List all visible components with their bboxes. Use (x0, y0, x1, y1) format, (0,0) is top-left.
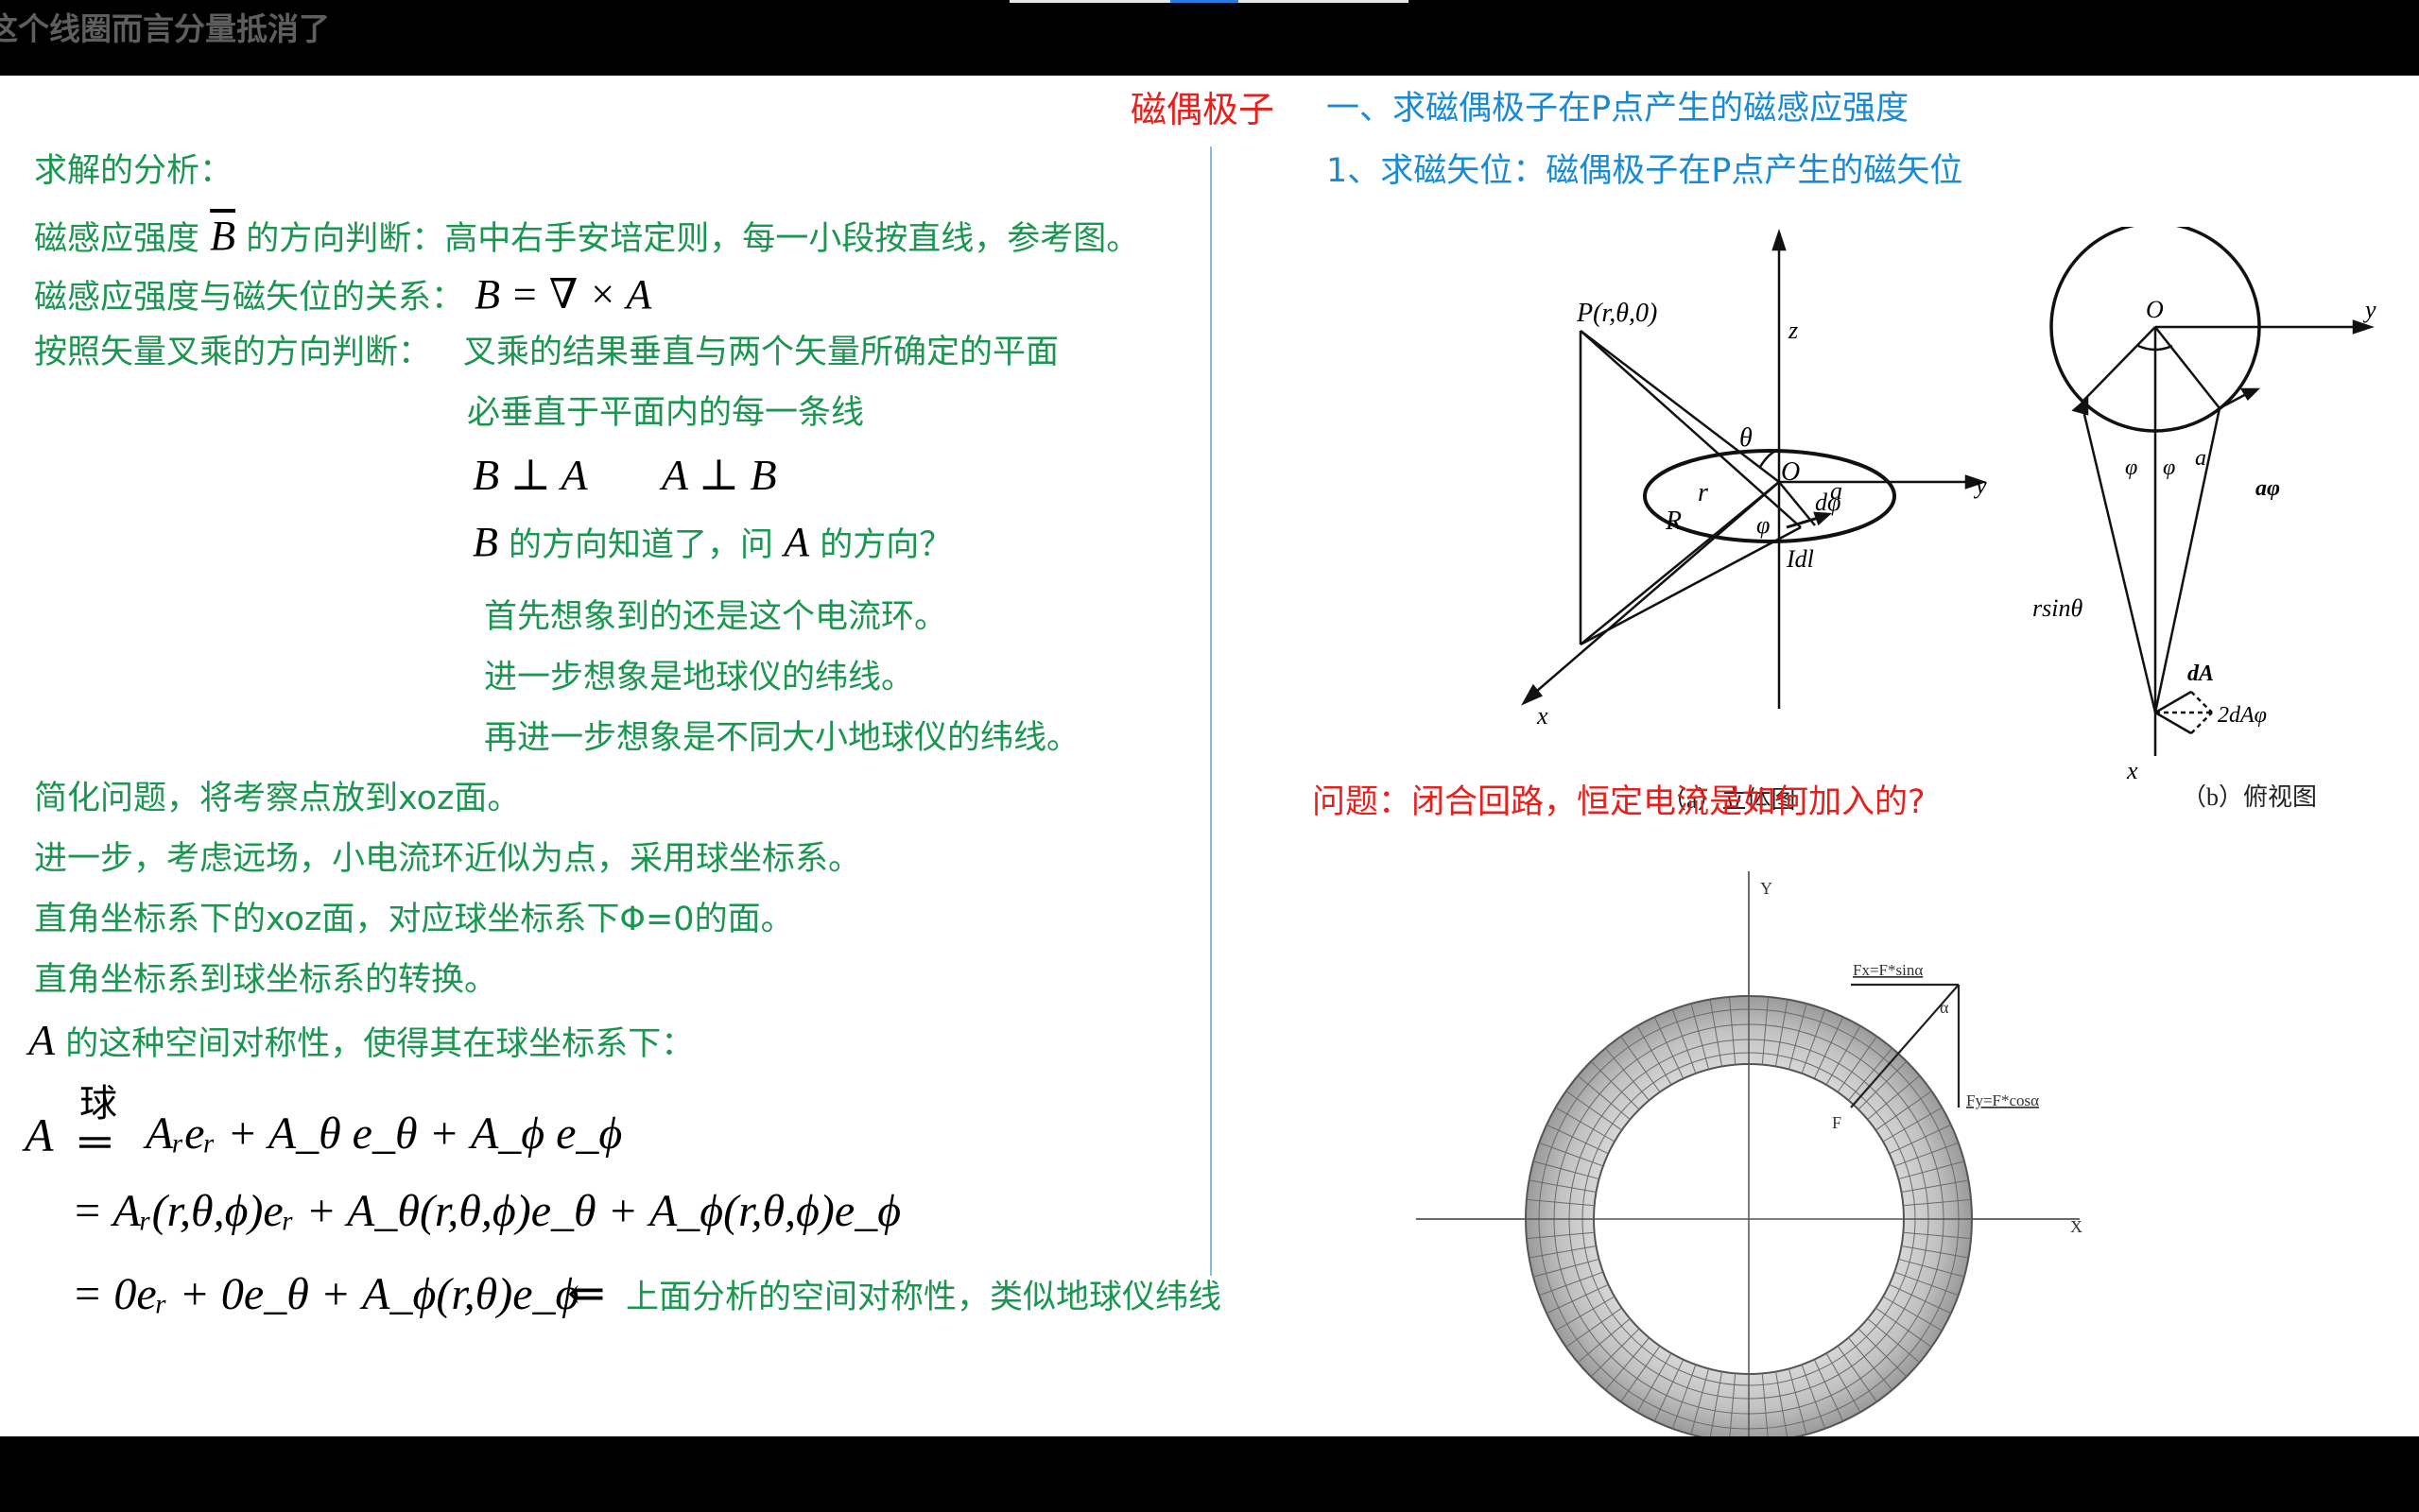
text-line: 进一步，考虑远场，小电流环近似为点，采用球坐标系。 (34, 840, 862, 878)
text-span: 磁感应强度与磁矢位的关系： (34, 279, 465, 317)
section-subtitle: 一、求磁偶极子在P点产生的磁感应强度 (1326, 90, 1909, 128)
dA-2 (2154, 711, 2192, 735)
label-dA: dA (2187, 662, 2214, 686)
vector-B: B (473, 519, 498, 565)
r-line (1580, 330, 1780, 483)
label-y-b: y (2362, 296, 2376, 323)
figure-b-top-view: O y x φ φ a aφ rsinθ dA 2dAφ （b）俯视图 (2032, 227, 2376, 811)
text-span: 的方向？ (820, 526, 953, 564)
equation-line-1: Aᵣeᵣ + A_θ e_θ + A_ϕ e_ϕ (146, 1108, 623, 1159)
label-x: x (1536, 702, 1548, 730)
base-line-2 (1580, 525, 1802, 646)
eq-lhs: A (25, 1108, 54, 1161)
slide: 磁偶极子 一、求磁偶极子在P点产生的磁感应强度 1、求磁矢位：磁偶极子在P点产生… (0, 76, 2419, 1455)
radius-left (2081, 326, 2156, 404)
dA-1 (2154, 690, 2192, 714)
label-dphi: dφ (1815, 489, 1840, 516)
defined-equal-sign: ═ (79, 1117, 111, 1165)
text-span: 磁感应强度 (34, 220, 200, 258)
cross-product-rule: 按照矢量叉乘的方向判断： (34, 334, 432, 371)
label-X: X (2070, 1217, 2082, 1236)
text-line: 直角坐标系下的xoz面，对应球坐标系下Φ=0的面。 (34, 901, 794, 938)
text-span: 的这种空间对称性，使得其在球坐标系下： (65, 1025, 695, 1063)
equation-line-3: = 0eᵣ + 0e_θ + A_ϕ(r,θ)e_ϕ (72, 1269, 579, 1319)
label-a-b: a (2195, 446, 2206, 471)
perpendicular-text: 必垂直于平面内的每一条线 (467, 394, 865, 432)
torus-figure: Y X F α Fx=F*sinα Fy=F*cosα (1416, 871, 2082, 1455)
active-tab-indicator[interactable] (1170, 0, 1238, 3)
label-z: z (1788, 317, 1798, 344)
label-Y: Y (1760, 879, 1772, 898)
vector-B: B (210, 213, 236, 259)
dash-2 (2190, 712, 2213, 734)
curl-equation: B = ∇ × A (475, 271, 652, 318)
tab-strip[interactable] (1010, 0, 1408, 3)
label-O-b: O (2146, 296, 2164, 323)
text-line: B 的方向知道了，问 A 的方向？ (473, 522, 952, 563)
label-Fy: Fy=F*cosα (1966, 1091, 2039, 1109)
text-line: 再进一步想象是不同大小地球仪的纬线。 (484, 719, 1080, 757)
label-P: P(r,θ,0) (1576, 299, 1657, 328)
radius-a (1778, 481, 1816, 526)
topic-title: 磁偶极子 (1131, 89, 1275, 130)
text-line: 进一步想象是地球仪的纬线。 (484, 659, 915, 696)
label-theta: θ (1739, 423, 1753, 453)
label-y: y (1973, 472, 1987, 499)
text-line: A 的这种空间对称性，使得其在球坐标系下： (28, 1019, 694, 1062)
text-span: 的方向判断：高中右手安培定则，每一小段按直线，参考图。 (246, 220, 1140, 258)
figure-a-3d: P(r,θ,0) z y x θ r R O a φ dφ Idl （a）立体图 (1521, 229, 1987, 814)
label-rsin: rsinθ (2032, 594, 2082, 622)
caption-b: （b）俯视图 (2182, 783, 2317, 811)
implication-arrow: ⇐ (567, 1269, 606, 1319)
z-arrow (1771, 229, 1787, 251)
bottom-black-bar (0, 1436, 2419, 1512)
symmetry-note: 上面分析的空间对称性，类似地球仪纬线 (626, 1279, 1222, 1316)
column-divider (1210, 146, 1212, 1276)
label-F: F (1832, 1113, 1841, 1132)
perp-relation-2: A ⊥ B (662, 451, 777, 499)
vector-A: A (784, 519, 810, 565)
subtitle-caption: 这个线圈而言分量抵消了 (0, 10, 330, 47)
text-line: 简化问题，将考察点放到xoz面。 (34, 780, 521, 817)
label-Idl: Idl (1786, 545, 1814, 573)
text-line: 磁感应强度与磁矢位的关系： B = ∇ × A (34, 274, 651, 316)
text-span: 的方向知道了，问 (509, 526, 774, 564)
cross-product-text: 叉乘的结果垂直与两个矢量所确定的平面 (463, 334, 1060, 371)
label-r: r (1698, 478, 1708, 507)
radius-right (2154, 326, 2220, 409)
label-2dA: 2dAφ (2218, 703, 2267, 728)
label-aphi: aφ (2255, 476, 2280, 501)
a-phi-arrow (2239, 387, 2261, 402)
equation-line-2: = Aᵣ(r,θ,ϕ)eᵣ + A_θ(r,θ,ϕ)e_θ + A_ϕ(r,θ,… (72, 1186, 902, 1236)
step-title: 1、求磁矢位：磁偶极子在P点产生的磁矢位 (1326, 152, 1963, 190)
label-alpha: α (1940, 998, 1949, 1017)
dash-1 (2190, 691, 2213, 713)
label-Fx: Fx=F*sinα (1853, 961, 1923, 979)
label-x-b: x (2126, 757, 2138, 784)
perp-relation-1: B ⊥ A (473, 451, 588, 499)
label-phi-1: φ (2125, 455, 2137, 480)
top-black-bar: 这个线圈而言分量抵消了 (0, 0, 2419, 76)
line-left (2080, 402, 2157, 713)
text-line: 首先想象到的还是这个电流环。 (484, 598, 948, 636)
label-O: O (1781, 457, 1800, 487)
text-line: 磁感应强度 B 的方向判断：高中右手安培定则，每一小段按直线，参考图。 (34, 215, 1139, 257)
label-phi: φ (1756, 511, 1770, 539)
question-text: 问题：闭合回路，恒定电流是如何加入的? (1312, 783, 1926, 821)
text-line: 直角坐标系到球坐标系的转换。 (34, 961, 498, 999)
analysis-heading: 求解的分析： (34, 152, 233, 190)
vector-A: A (28, 1016, 56, 1064)
label-phi-2: φ (2163, 455, 2175, 480)
label-R: R (1665, 507, 1682, 536)
R-line (1580, 330, 1802, 528)
